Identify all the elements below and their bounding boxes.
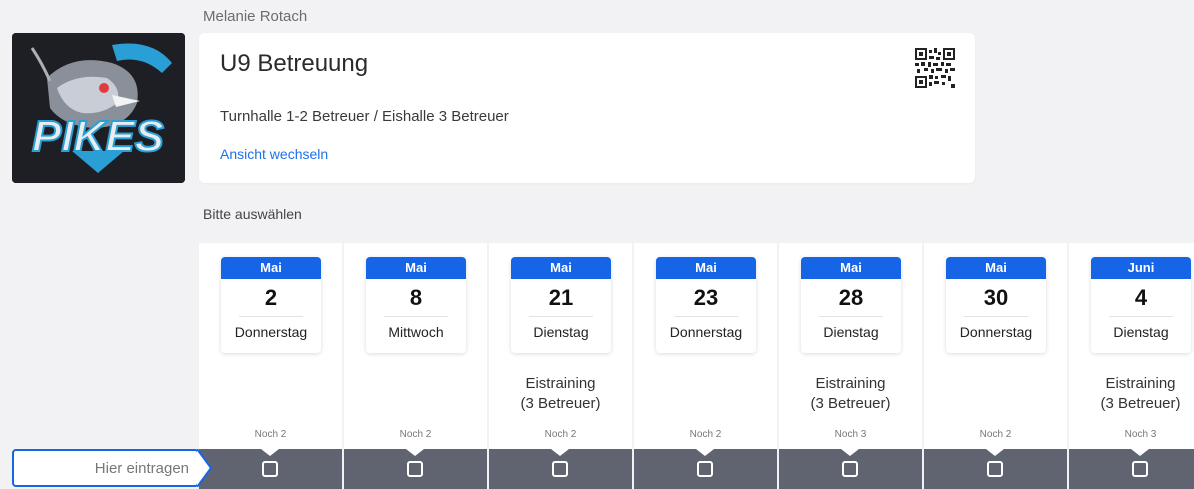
weekday-label: Donnerstag — [669, 324, 743, 340]
name-entry — [12, 449, 213, 489]
event-note: Eistraining (3 Betreuer) — [779, 374, 922, 414]
divider — [384, 316, 448, 317]
event-description: Turnhalle 1-2 Betreuer / Eishalle 3 Betr… — [220, 108, 509, 125]
remaining-slots: Noch 3 — [834, 429, 867, 440]
date-card: Mai 2 Donnerstag — [221, 257, 321, 353]
divider — [819, 316, 883, 317]
event-title: U9 Betreuung — [220, 50, 369, 77]
divider — [964, 316, 1028, 317]
note-line: Eistraining — [525, 375, 596, 392]
note-line: Eistraining — [1105, 375, 1176, 392]
event-note: Eistraining (3 Betreuer) — [489, 374, 632, 414]
remaining-slots: Noch 2 — [689, 429, 722, 440]
date-column: Mai 28 Dienstag Eistraining (3 Betreuer) … — [779, 243, 922, 489]
day-number: 28 — [838, 285, 864, 310]
date-column: Mai 8 Mittwoch Noch 2 — [344, 243, 487, 489]
signup-cell — [634, 449, 777, 489]
day-number: 8 — [409, 285, 423, 310]
signup-checkbox[interactable] — [1132, 461, 1148, 477]
signup-checkbox[interactable] — [987, 461, 1003, 477]
signup-checkbox[interactable] — [552, 461, 568, 477]
toggle-view-link[interactable]: Ansicht wechseln — [220, 146, 328, 162]
signup-cell — [489, 449, 632, 489]
signup-cell — [344, 449, 487, 489]
divider — [529, 316, 593, 317]
user-name: Melanie Rotach — [203, 8, 308, 25]
note-line: (3 Betreuer) — [1100, 395, 1181, 412]
day-number: 21 — [548, 285, 574, 310]
date-column: Mai 21 Dienstag Eistraining (3 Betreuer) … — [489, 243, 632, 489]
remaining-slots: Noch 2 — [254, 429, 287, 440]
divider — [674, 316, 738, 317]
event-card: U9 Betreuung Turnhalle 1-2 Betreuer / Ei… — [199, 33, 975, 183]
date-card: Mai 8 Mittwoch — [366, 257, 466, 353]
day-number: 4 — [1134, 285, 1148, 310]
qr-code-icon[interactable] — [915, 48, 955, 88]
month-label: Juni — [1091, 257, 1191, 279]
date-card: Juni 4 Dienstag — [1091, 257, 1191, 353]
day-number: 2 — [264, 285, 278, 310]
date-columns: Mai 2 Donnerstag Noch 2 Mai 8 Mittwoch N… — [199, 243, 1194, 489]
signup-checkbox[interactable] — [407, 461, 423, 477]
remaining-slots: Noch 2 — [544, 429, 577, 440]
note-line: (3 Betreuer) — [520, 395, 601, 412]
event-note: Eistraining (3 Betreuer) — [1069, 374, 1194, 414]
selection-prompt: Bitte auswählen — [203, 206, 302, 222]
logo-text: PIKES — [32, 112, 164, 161]
date-card: Mai 30 Donnerstag — [946, 257, 1046, 353]
weekday-label: Dienstag — [1113, 324, 1169, 340]
month-label: Mai — [366, 257, 466, 279]
date-column: Mai 2 Donnerstag Noch 2 — [199, 243, 342, 489]
signup-checkbox[interactable] — [697, 461, 713, 477]
signup-checkbox[interactable] — [842, 461, 858, 477]
day-number: 23 — [693, 285, 719, 310]
team-logo: PIKES — [12, 33, 185, 183]
note-line: Eistraining — [815, 375, 886, 392]
notch — [1131, 449, 1149, 456]
notch — [986, 449, 1004, 456]
weekday-label: Donnerstag — [234, 324, 308, 340]
date-column: Mai 30 Donnerstag Noch 2 — [924, 243, 1067, 489]
remaining-slots: Noch 2 — [979, 429, 1012, 440]
remaining-slots: Noch 2 — [399, 429, 432, 440]
notch — [406, 449, 424, 456]
note-line: (3 Betreuer) — [810, 395, 891, 412]
arrow-right-icon — [197, 449, 213, 487]
date-card: Mai 21 Dienstag — [511, 257, 611, 353]
weekday-label: Donnerstag — [959, 324, 1033, 340]
notch — [261, 449, 279, 456]
date-card: Mai 28 Dienstag — [801, 257, 901, 353]
notch — [551, 449, 569, 456]
month-label: Mai — [946, 257, 1046, 279]
month-label: Mai — [801, 257, 901, 279]
signup-checkbox[interactable] — [262, 461, 278, 477]
signup-cell — [1069, 449, 1194, 489]
weekday-label: Mittwoch — [388, 324, 444, 340]
day-number: 30 — [983, 285, 1009, 310]
notch — [841, 449, 859, 456]
notch — [696, 449, 714, 456]
date-column: Juni 4 Dienstag Eistraining (3 Betreuer) … — [1069, 243, 1194, 489]
divider — [1109, 316, 1173, 317]
month-label: Mai — [221, 257, 321, 279]
weekday-label: Dienstag — [823, 324, 879, 340]
weekday-label: Dienstag — [533, 324, 589, 340]
signup-cell — [924, 449, 1067, 489]
name-input[interactable] — [12, 449, 199, 487]
signup-cell — [779, 449, 922, 489]
date-card: Mai 23 Donnerstag — [656, 257, 756, 353]
signup-cell — [199, 449, 342, 489]
month-label: Mai — [511, 257, 611, 279]
remaining-slots: Noch 3 — [1124, 429, 1157, 440]
date-column: Mai 23 Donnerstag Noch 2 — [634, 243, 777, 489]
month-label: Mai — [656, 257, 756, 279]
divider — [239, 316, 303, 317]
